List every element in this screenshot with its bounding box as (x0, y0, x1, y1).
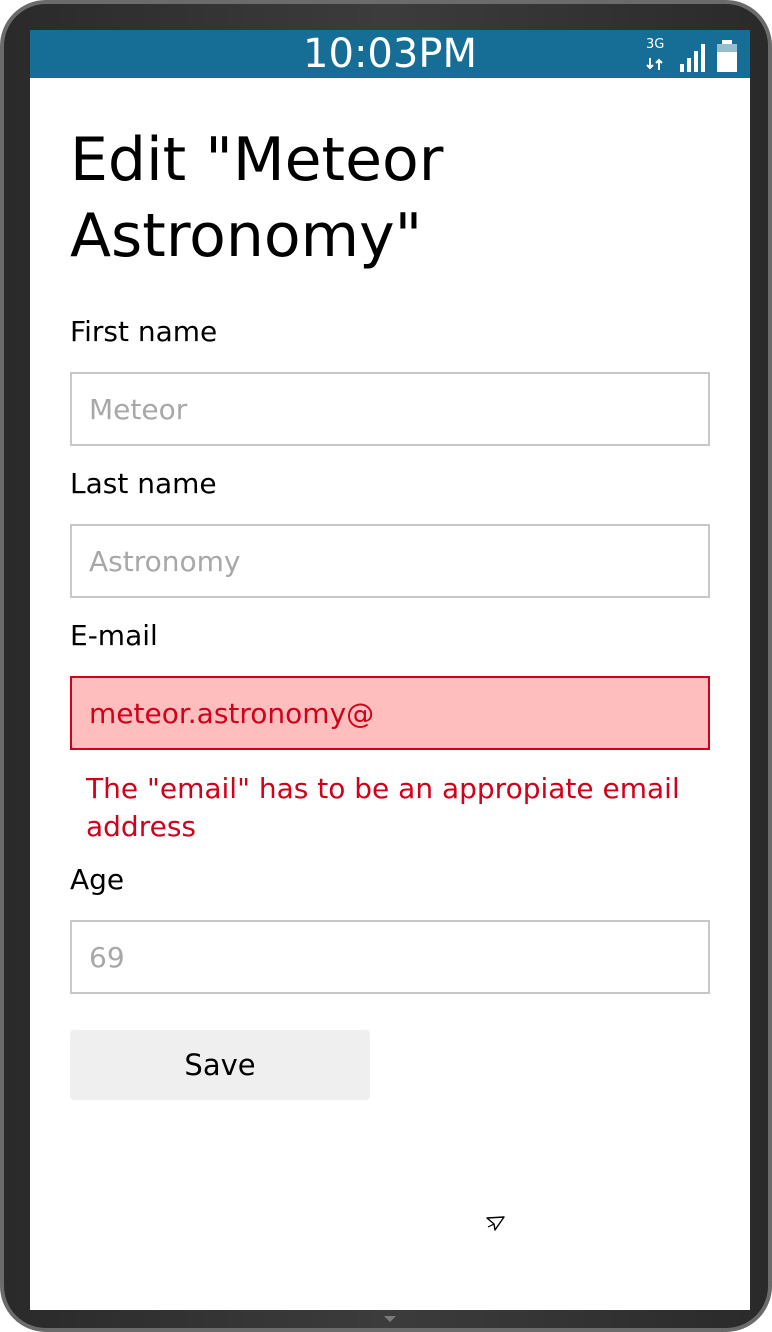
status-bar: 10:03PM 3G (30, 30, 750, 78)
age-input[interactable] (70, 920, 710, 994)
signal-icon (680, 44, 706, 72)
email-input[interactable] (70, 676, 710, 750)
phone-frame: 10:03PM 3G Edit "Meteor Astronomy" First… (0, 0, 772, 1332)
last-name-label: Last name (70, 467, 217, 500)
save-button[interactable]: Save (70, 1030, 370, 1100)
email-error-message: The "email" has to be an appropiate emai… (86, 772, 680, 843)
first-name-input[interactable] (70, 372, 710, 446)
age-label: Age (70, 863, 125, 896)
screen: 10:03PM 3G Edit "Meteor Astronomy" First… (30, 30, 750, 1310)
network-type-label: 3G (646, 37, 665, 52)
home-indicator-icon (384, 1316, 396, 1322)
mouse-cursor-icon (486, 1216, 505, 1231)
status-icons: 3G (644, 36, 738, 72)
battery-icon (716, 40, 738, 72)
last-name-input[interactable] (70, 524, 710, 598)
data-arrows-icon (646, 58, 663, 70)
email-label: E-mail (70, 619, 158, 652)
network-3g-icon: 3G (644, 38, 670, 72)
status-clock: 10:03PM (303, 31, 477, 77)
first-name-label: First name (70, 315, 218, 348)
page-title: Edit "Meteor Astronomy" (70, 125, 444, 271)
